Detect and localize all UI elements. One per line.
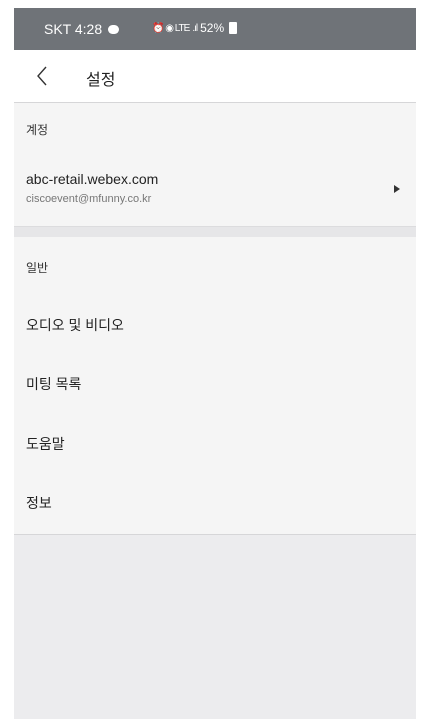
chat-icon (108, 24, 120, 34)
battery-percent: 52% (200, 21, 225, 35)
menu-item-audio-video[interactable]: 오디오 및 비디오 (14, 295, 416, 353)
carrier-time: SKT 4:28 (44, 21, 103, 37)
page-title: 설정 (86, 72, 116, 89)
app-header: 설정 (14, 50, 416, 103)
signal-icon: .ıl (192, 22, 198, 34)
menu-item-label: 오디오 및 비디오 (26, 317, 124, 333)
menu-item-info[interactable]: 정보 (14, 473, 416, 531)
battery-icon (229, 22, 238, 34)
alarm-icon: ⏰ ◉ LTE (152, 22, 190, 34)
chevron-left-icon (37, 66, 47, 86)
account-section-label: 계정 (26, 123, 49, 137)
menu-item-label: 정보 (26, 495, 52, 511)
phone-screen: SKT 4:28 ⏰ ◉ LTE .ıl 52% 설정 계정 abc-retai… (14, 8, 416, 719)
triangle-right-icon (394, 185, 400, 193)
general-section: 일반 오디오 및 비디오 미팅 목록 도움말 정보 (14, 237, 416, 535)
page: SKT 4:28 ⏰ ◉ LTE .ıl 52% 설정 계정 abc-retai… (0, 0, 430, 719)
menu-item-help[interactable]: 도움말 (14, 414, 416, 472)
account-host: abc-retail.webex.com (26, 171, 159, 187)
status-right: ⏰ ◉ LTE .ıl 52% (152, 21, 238, 35)
account-email: ciscoevent@mfunny.co.kr (26, 193, 152, 205)
menu-item-meeting-list[interactable]: 미팅 목록 (14, 354, 416, 412)
back-button[interactable] (24, 58, 60, 94)
menu-item-label: 도움말 (26, 436, 65, 452)
general-section-label: 일반 (26, 261, 49, 275)
account-section: 계정 abc-retail.webex.com ciscoevent@mfunn… (14, 103, 416, 226)
status-left: SKT 4:28 (44, 21, 120, 37)
menu-item-label: 미팅 목록 (26, 376, 82, 392)
section-divider (14, 226, 416, 237)
status-bar: SKT 4:28 ⏰ ◉ LTE .ıl 52% (14, 8, 416, 50)
account-row[interactable]: abc-retail.webex.com ciscoevent@mfunny.c… (14, 151, 416, 211)
empty-area (14, 535, 416, 719)
